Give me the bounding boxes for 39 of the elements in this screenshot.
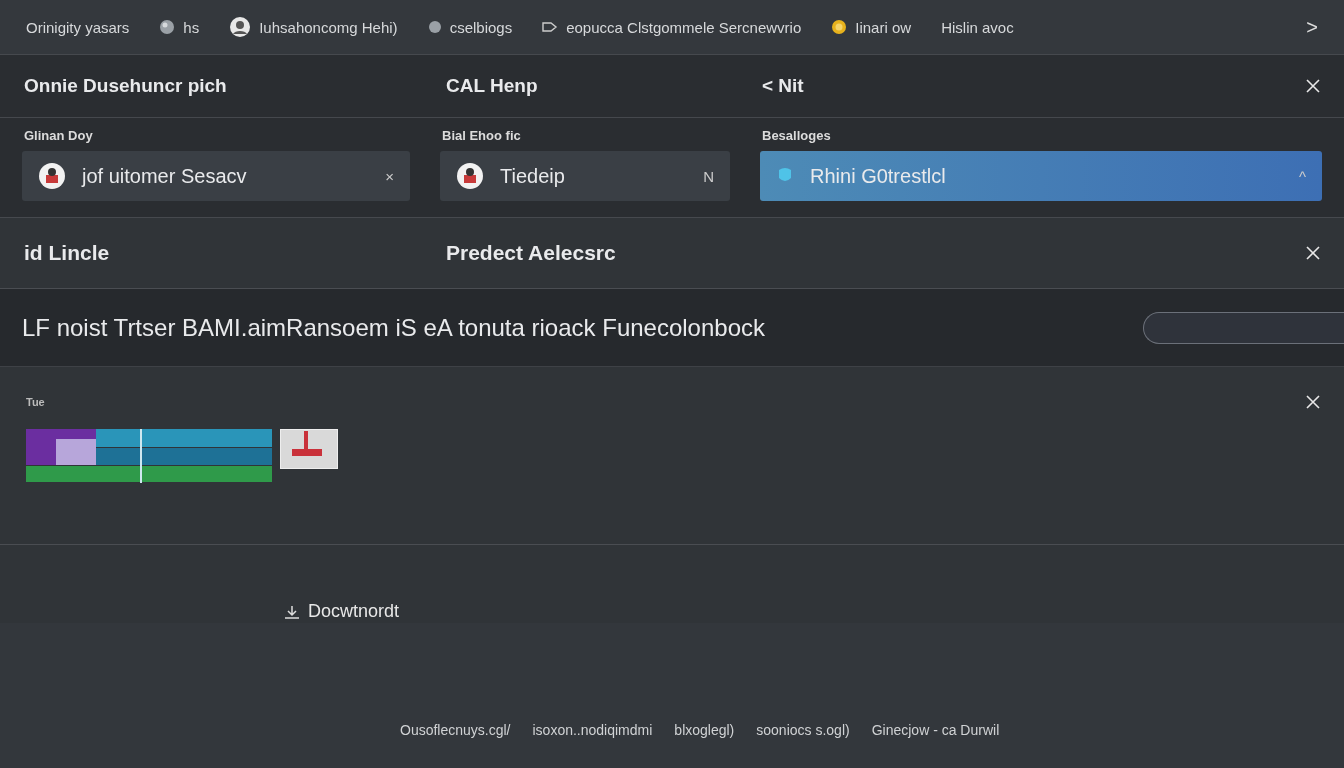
panel-title: Onnie Dusehuncr pich (24, 75, 228, 97)
nav-link[interactable]: Iuhsahoncomg Hehi) (229, 16, 398, 38)
nav-link[interactable]: Hislin avoc (941, 18, 1014, 36)
close-icon[interactable] (1306, 79, 1320, 93)
nav-link[interactable]: cselbiogs (427, 18, 513, 36)
close-icon[interactable] (1306, 246, 1320, 260)
section-label: Tue (26, 396, 45, 408)
avatar-icon (38, 162, 66, 190)
avatar-icon (229, 16, 252, 38)
next-button[interactable]: > (1306, 15, 1318, 39)
close-icon[interactable] (1306, 395, 1320, 409)
nav-link[interactable]: hs (159, 18, 200, 36)
footer-link[interactable]: isoxon..nodiqimdmi (532, 722, 653, 738)
thumbnail-drawing (280, 429, 338, 469)
globe-icon (159, 19, 176, 35)
tag-icon (542, 21, 559, 33)
field-label: Besalloges (762, 128, 832, 143)
panel-title: < Nit (762, 75, 805, 97)
select-field[interactable]: Tiedeip N (440, 151, 730, 201)
dot-icon (427, 20, 442, 34)
select-field[interactable]: jof uitomer Sesacv × (22, 151, 410, 201)
nav-link[interactable]: Iinari ow (831, 18, 912, 36)
field-label: Bial Ehoo fic (442, 128, 522, 143)
panel-title: CAL Henp (446, 75, 539, 97)
search-field[interactable] (1143, 311, 1344, 344)
avatar-icon (456, 162, 484, 190)
field-label: Glinan Doy (24, 128, 94, 143)
coin-icon (831, 19, 848, 35)
download-icon (284, 604, 300, 619)
nav-link[interactable]: Orinigity yasars (26, 18, 130, 36)
footer-link[interactable]: Ginecjow - ca Durwil (871, 722, 1000, 738)
panel-title: Predect Aelecsrc (446, 241, 617, 265)
download-link[interactable]: Docwtnordt (284, 601, 400, 622)
nav-link[interactable]: eopucca Clstgommele Sercnewvrio (542, 18, 802, 36)
footer-link[interactable]: sooniocs s.ogl) (756, 722, 850, 738)
panel-title: id Lincle (24, 241, 111, 265)
banner-text: LF noist Trtser BAMI.aimRansoem iS eA tonuta rioack Funecolonbock (22, 313, 765, 342)
footer-link[interactable]: Ousoflecnuys.cgl/ (400, 722, 511, 738)
footer-link[interactable]: blxoglegl) (674, 722, 735, 738)
